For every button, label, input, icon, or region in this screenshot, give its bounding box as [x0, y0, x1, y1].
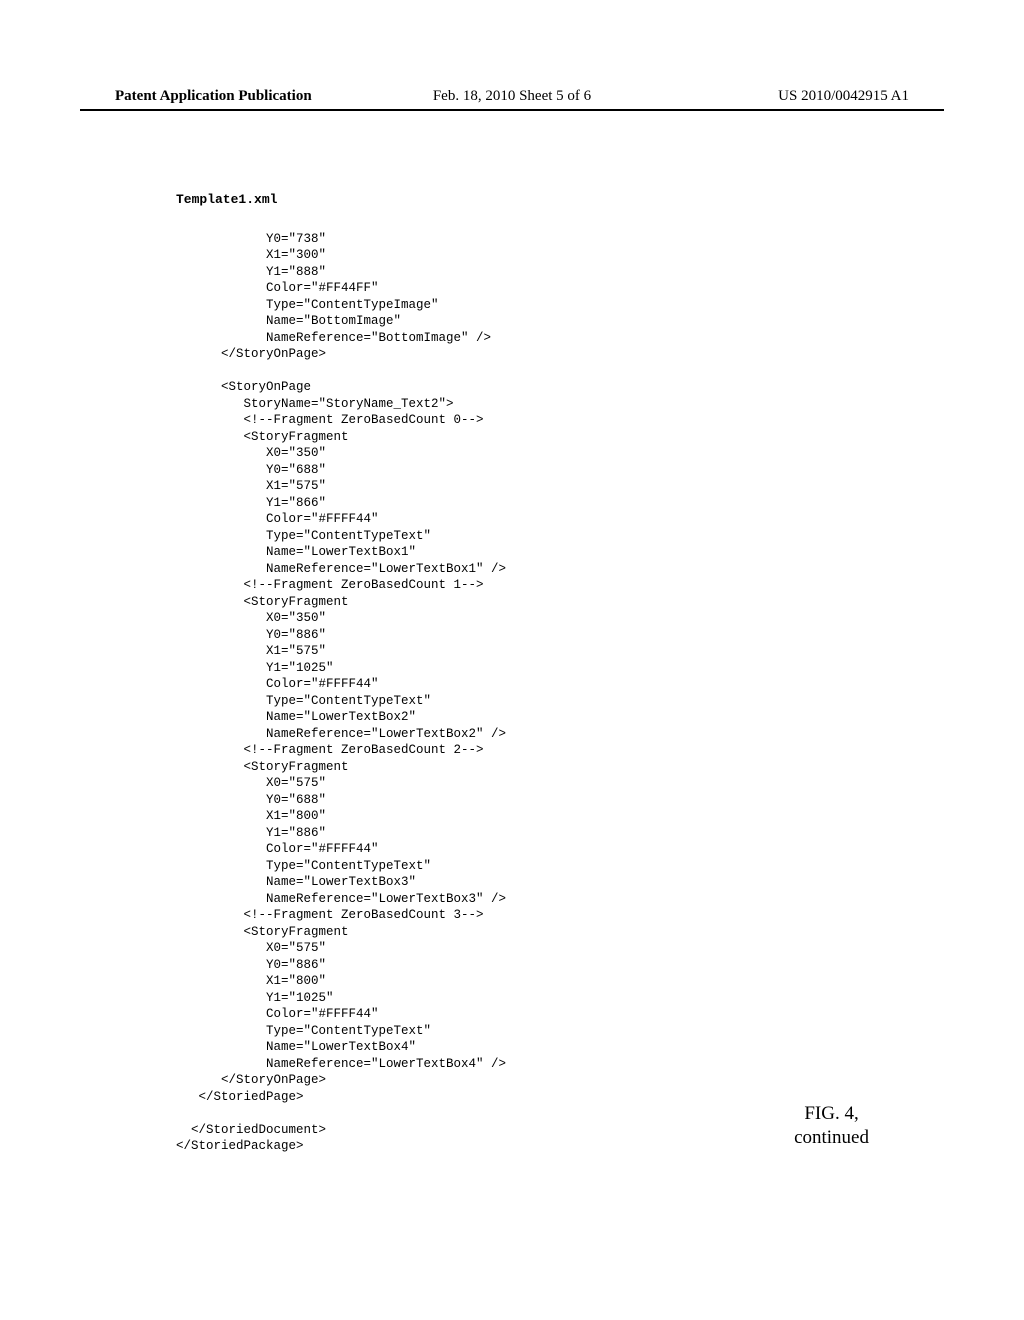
header-center: Feb. 18, 2010 Sheet 5 of 6	[433, 88, 591, 105]
patent-page: Patent Application Publication Feb. 18, …	[0, 0, 1024, 1320]
figure-caption: FIG. 4, continued	[794, 1102, 869, 1150]
xml-filename: Template1.xml	[176, 192, 277, 207]
header-rule	[80, 109, 944, 111]
xml-code-block: Y0="738" X1="300" Y1="888" Color="#FF44F…	[176, 231, 506, 1155]
page-header: Patent Application Publication Feb. 18, …	[0, 88, 1024, 105]
figure-label-line2: continued	[794, 1126, 869, 1150]
header-right: US 2010/0042915 A1	[778, 88, 909, 105]
header-left: Patent Application Publication	[115, 88, 312, 105]
figure-label-line1: FIG. 4,	[794, 1102, 869, 1126]
